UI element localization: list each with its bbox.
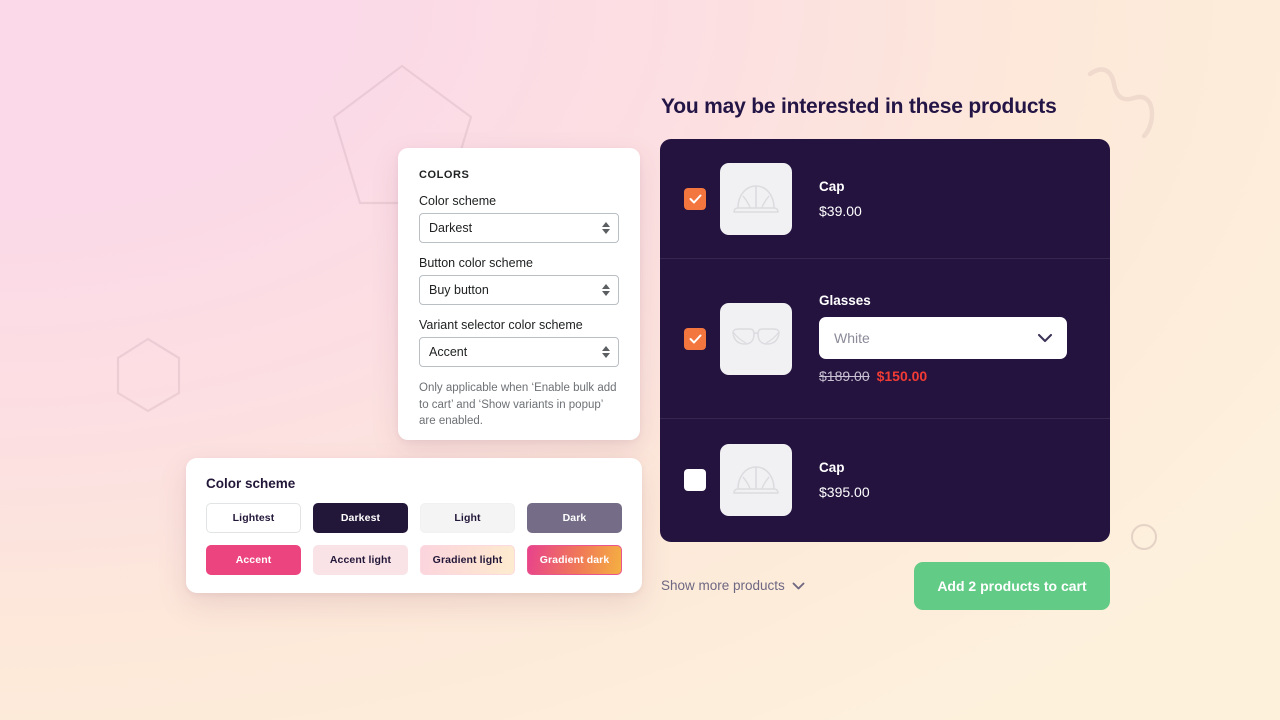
show-more-products-link[interactable]: Show more products <box>661 578 805 593</box>
select-color-scheme[interactable]: Darkest <box>419 213 619 243</box>
color-swatch-label: Dark <box>562 512 587 524</box>
product-price: $395.00 <box>819 484 870 500</box>
product-price: $39.00 <box>819 202 862 219</box>
product-row[interactable]: Cap $395.00 <box>660 419 1110 541</box>
color-scheme-title: Color scheme <box>206 476 296 491</box>
chevron-updown-icon <box>602 346 610 358</box>
color-swatch-label: Gradient dark <box>539 554 610 566</box>
select-value-variant-selector-color-scheme: Accent <box>429 345 468 359</box>
color-swatch[interactable]: Lightest <box>206 503 301 533</box>
color-scheme-card: Color scheme Lightest Darkest Light Dark Acc… <box>186 458 642 593</box>
cap-icon <box>733 466 779 494</box>
circle-decoration <box>1131 524 1157 550</box>
product-list: Cap $39.00 Glasses White $189.00 $150.00 Cap $3… <box>660 139 1110 542</box>
field-button-color-scheme: Button color scheme Buy button <box>419 256 619 305</box>
color-swatch[interactable]: Accent <box>206 545 301 575</box>
product-checkbox[interactable] <box>684 469 706 491</box>
colors-section-heading: COLORS <box>419 169 470 181</box>
color-swatch-label: Darkest <box>340 512 381 524</box>
color-swatch-label: Accent light <box>329 554 392 566</box>
field-label-color-scheme: Color scheme <box>419 194 497 208</box>
color-swatch-label: Lightest <box>232 512 275 524</box>
color-swatch-label: Light <box>454 512 481 524</box>
color-swatch[interactable]: Light <box>420 503 515 533</box>
product-info: Glasses White $189.00 $150.00 <box>819 293 1088 384</box>
colors-settings-card: COLORS Color scheme Darkest Button color… <box>398 148 640 440</box>
product-thumbnail <box>720 162 792 235</box>
color-swatch[interactable]: Gradient light <box>420 545 515 575</box>
product-info: Cap $39.00 <box>819 179 1088 219</box>
glasses-icon <box>732 327 780 345</box>
product-row[interactable]: Cap $39.00 <box>660 139 1110 259</box>
field-variant-selector-color-scheme: Variant selector color scheme Accent <box>419 318 619 367</box>
chevron-updown-icon <box>602 284 610 296</box>
page-title: You may be interested in these products <box>661 95 1057 118</box>
variant-select[interactable]: White <box>819 317 1067 359</box>
add-to-cart-button[interactable]: Add 2 products to cart <box>914 562 1110 610</box>
product-row[interactable]: Glasses White $189.00 $150.00 <box>660 259 1110 419</box>
color-swatch[interactable]: Darkest <box>313 503 408 533</box>
show-more-products-label: Show more products <box>661 578 785 593</box>
page-root: COLORS Color scheme Darkest Button color… <box>0 0 1280 720</box>
product-checkbox[interactable] <box>684 327 706 350</box>
colors-help-text: Only applicable when ‘Enable bulk add to… <box>419 382 617 428</box>
color-swatch[interactable]: Dark <box>527 503 622 533</box>
check-icon <box>689 334 701 343</box>
product-name: Cap <box>819 460 845 475</box>
product-name: Glasses <box>819 293 871 308</box>
chevron-updown-icon <box>602 222 610 234</box>
check-icon <box>689 194 701 203</box>
color-swatch-label: Gradient light <box>432 554 503 566</box>
product-price-sale: $150.00 <box>876 368 928 384</box>
chevron-down-icon <box>792 578 805 593</box>
color-scheme-swatch-grid: Lightest Darkest Light Dark Accent Accent lig… <box>206 503 622 575</box>
select-value-button-color-scheme: Buy button <box>429 283 489 297</box>
select-button-color-scheme[interactable]: Buy button <box>419 275 619 305</box>
product-name: Cap <box>819 178 845 194</box>
select-variant-selector-color-scheme[interactable]: Accent <box>419 337 619 367</box>
chevron-down-icon <box>1037 333 1053 343</box>
color-swatch[interactable]: Accent light <box>313 545 408 575</box>
field-label-button-color-scheme: Button color scheme <box>419 256 533 270</box>
field-label-variant-selector-color-scheme: Variant selector color scheme <box>419 318 583 332</box>
hexagon-decoration <box>116 337 181 413</box>
color-swatch-label: Accent <box>235 554 272 566</box>
product-price-original: $189.00 <box>819 368 870 384</box>
product-info: Cap $395.00 <box>819 460 1088 500</box>
cap-icon <box>733 184 779 213</box>
product-thumbnail <box>720 302 792 375</box>
product-checkbox[interactable] <box>684 187 706 210</box>
product-price-group: $189.00 $150.00 <box>819 368 1088 384</box>
product-thumbnail <box>720 444 792 516</box>
field-color-scheme: Color scheme Darkest <box>419 194 619 243</box>
select-value-color-scheme: Darkest <box>429 221 473 235</box>
variant-select-value: White <box>834 330 870 346</box>
squiggle-decoration <box>1087 67 1155 139</box>
color-swatch[interactable]: Gradient dark <box>527 545 622 575</box>
